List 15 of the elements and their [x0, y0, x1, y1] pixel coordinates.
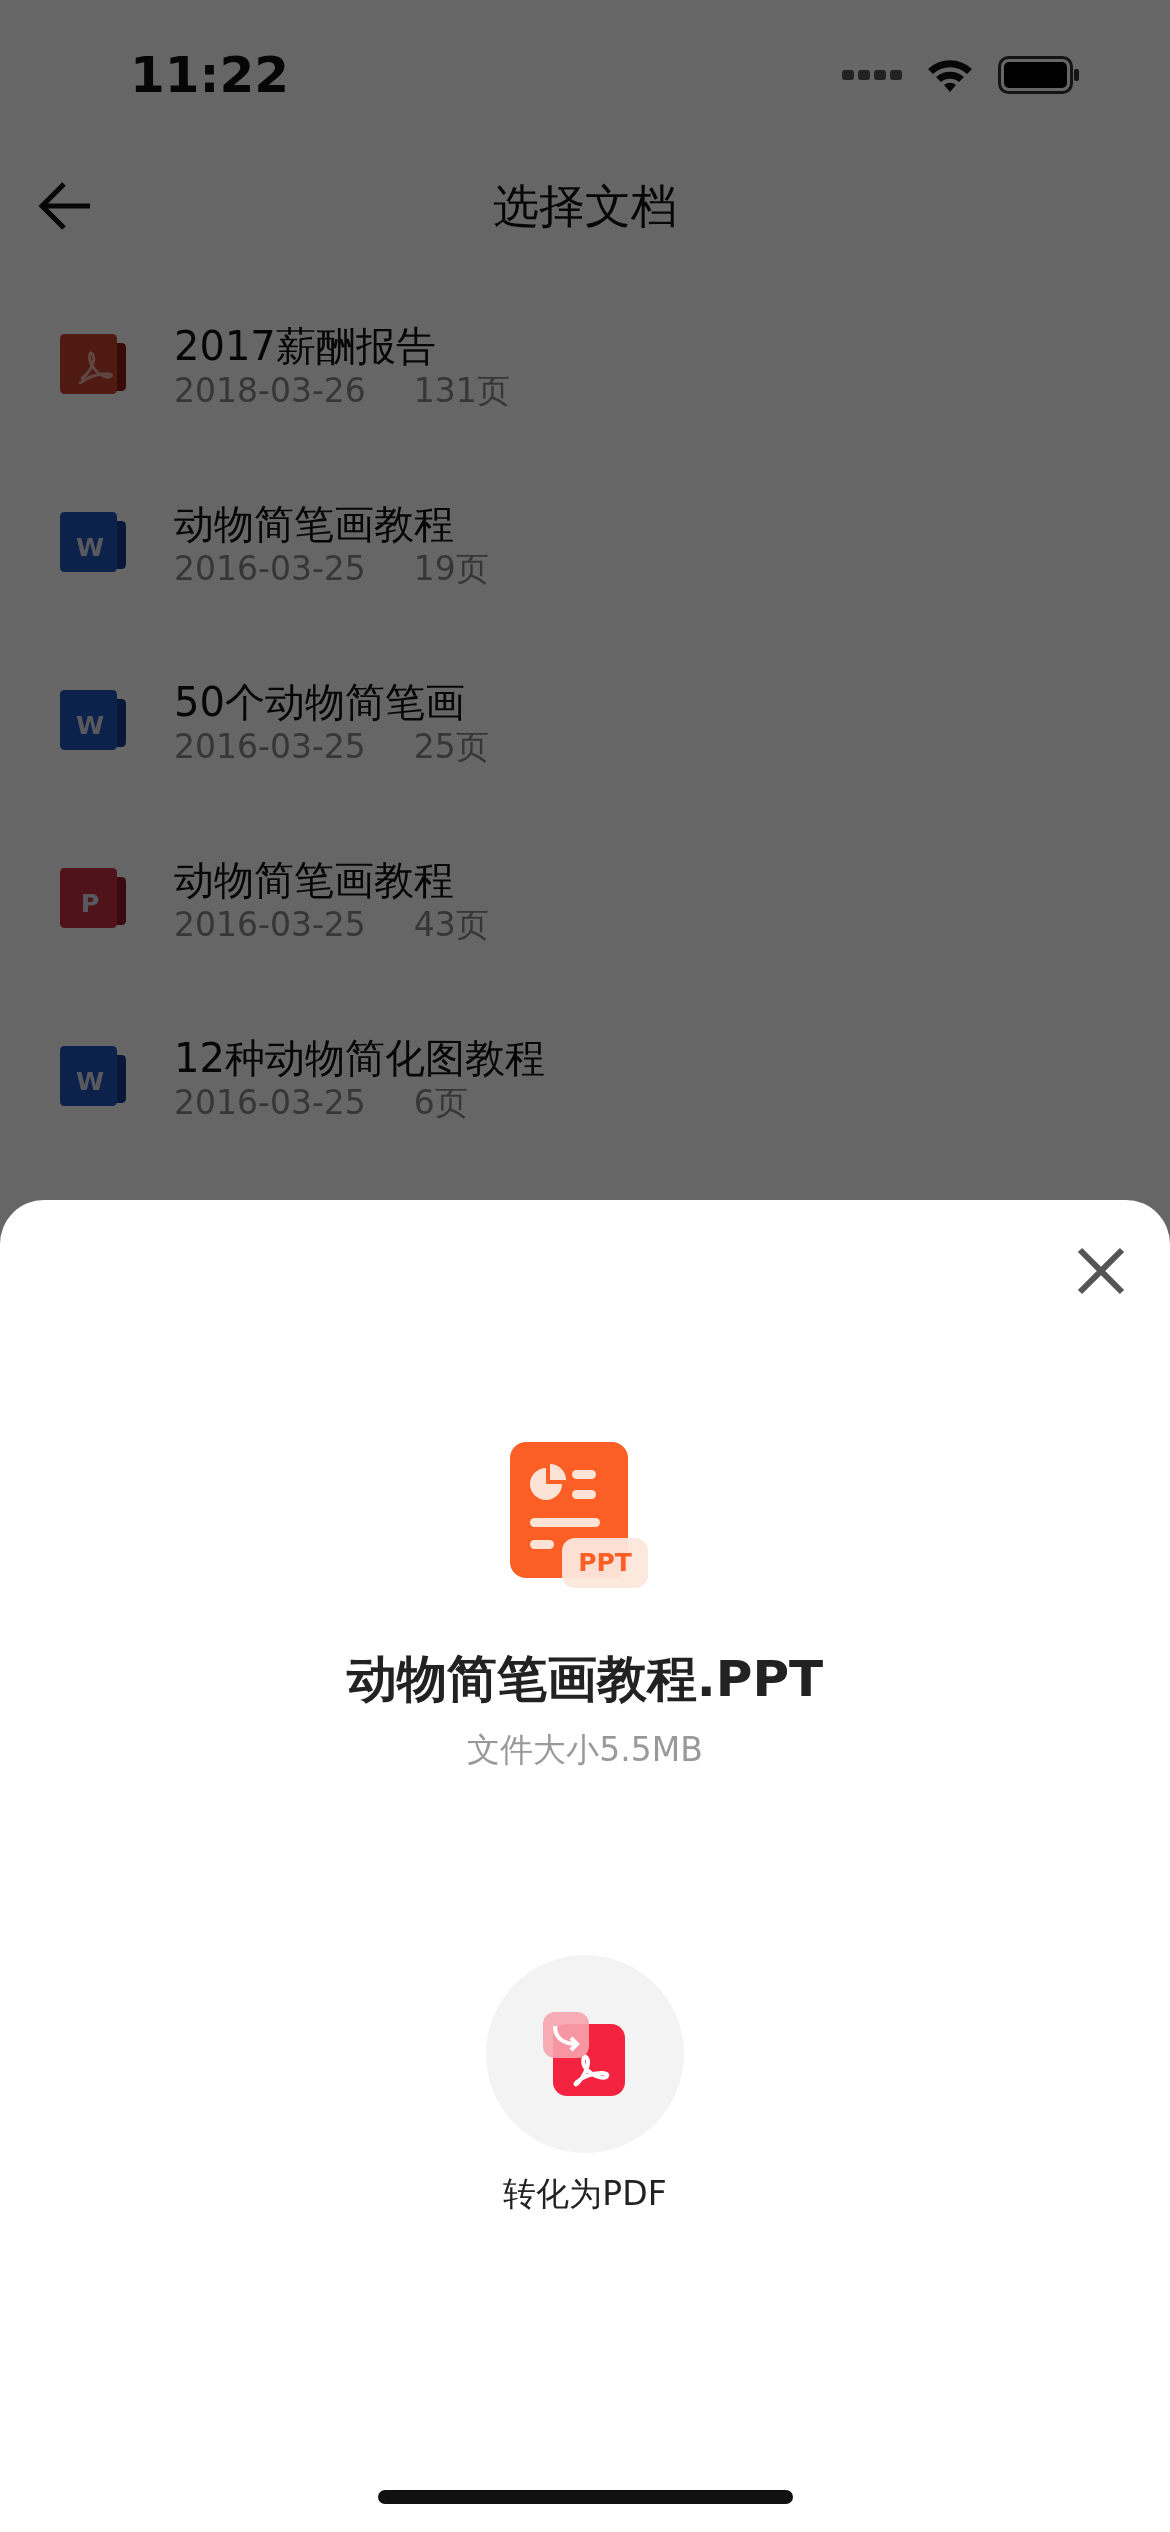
signal-icon [842, 68, 902, 82]
file-type-label: PPT [577, 1547, 633, 1580]
page-title: 选择文档 [493, 177, 677, 235]
document-name: 动物简笔画教程 [174, 499, 455, 548]
pdf-convert-icon [543, 2011, 627, 2096]
battery-icon [998, 56, 1080, 94]
convert-label: 转化为PDF [503, 2172, 667, 2215]
document-name: 12种动物简化图教程 [174, 1033, 545, 1082]
wifi-icon [926, 57, 974, 93]
document-name: 2017薪酬报告 [174, 321, 437, 370]
document-name: 动物简笔画教程 [174, 855, 455, 904]
file-name: 动物简笔画教程.PPT [346, 1649, 824, 1710]
file-size: 文件大小5.5MB [467, 1729, 703, 1771]
status-time: 11:22 [130, 44, 290, 106]
document-name: 50个动物简笔画 [174, 677, 466, 726]
